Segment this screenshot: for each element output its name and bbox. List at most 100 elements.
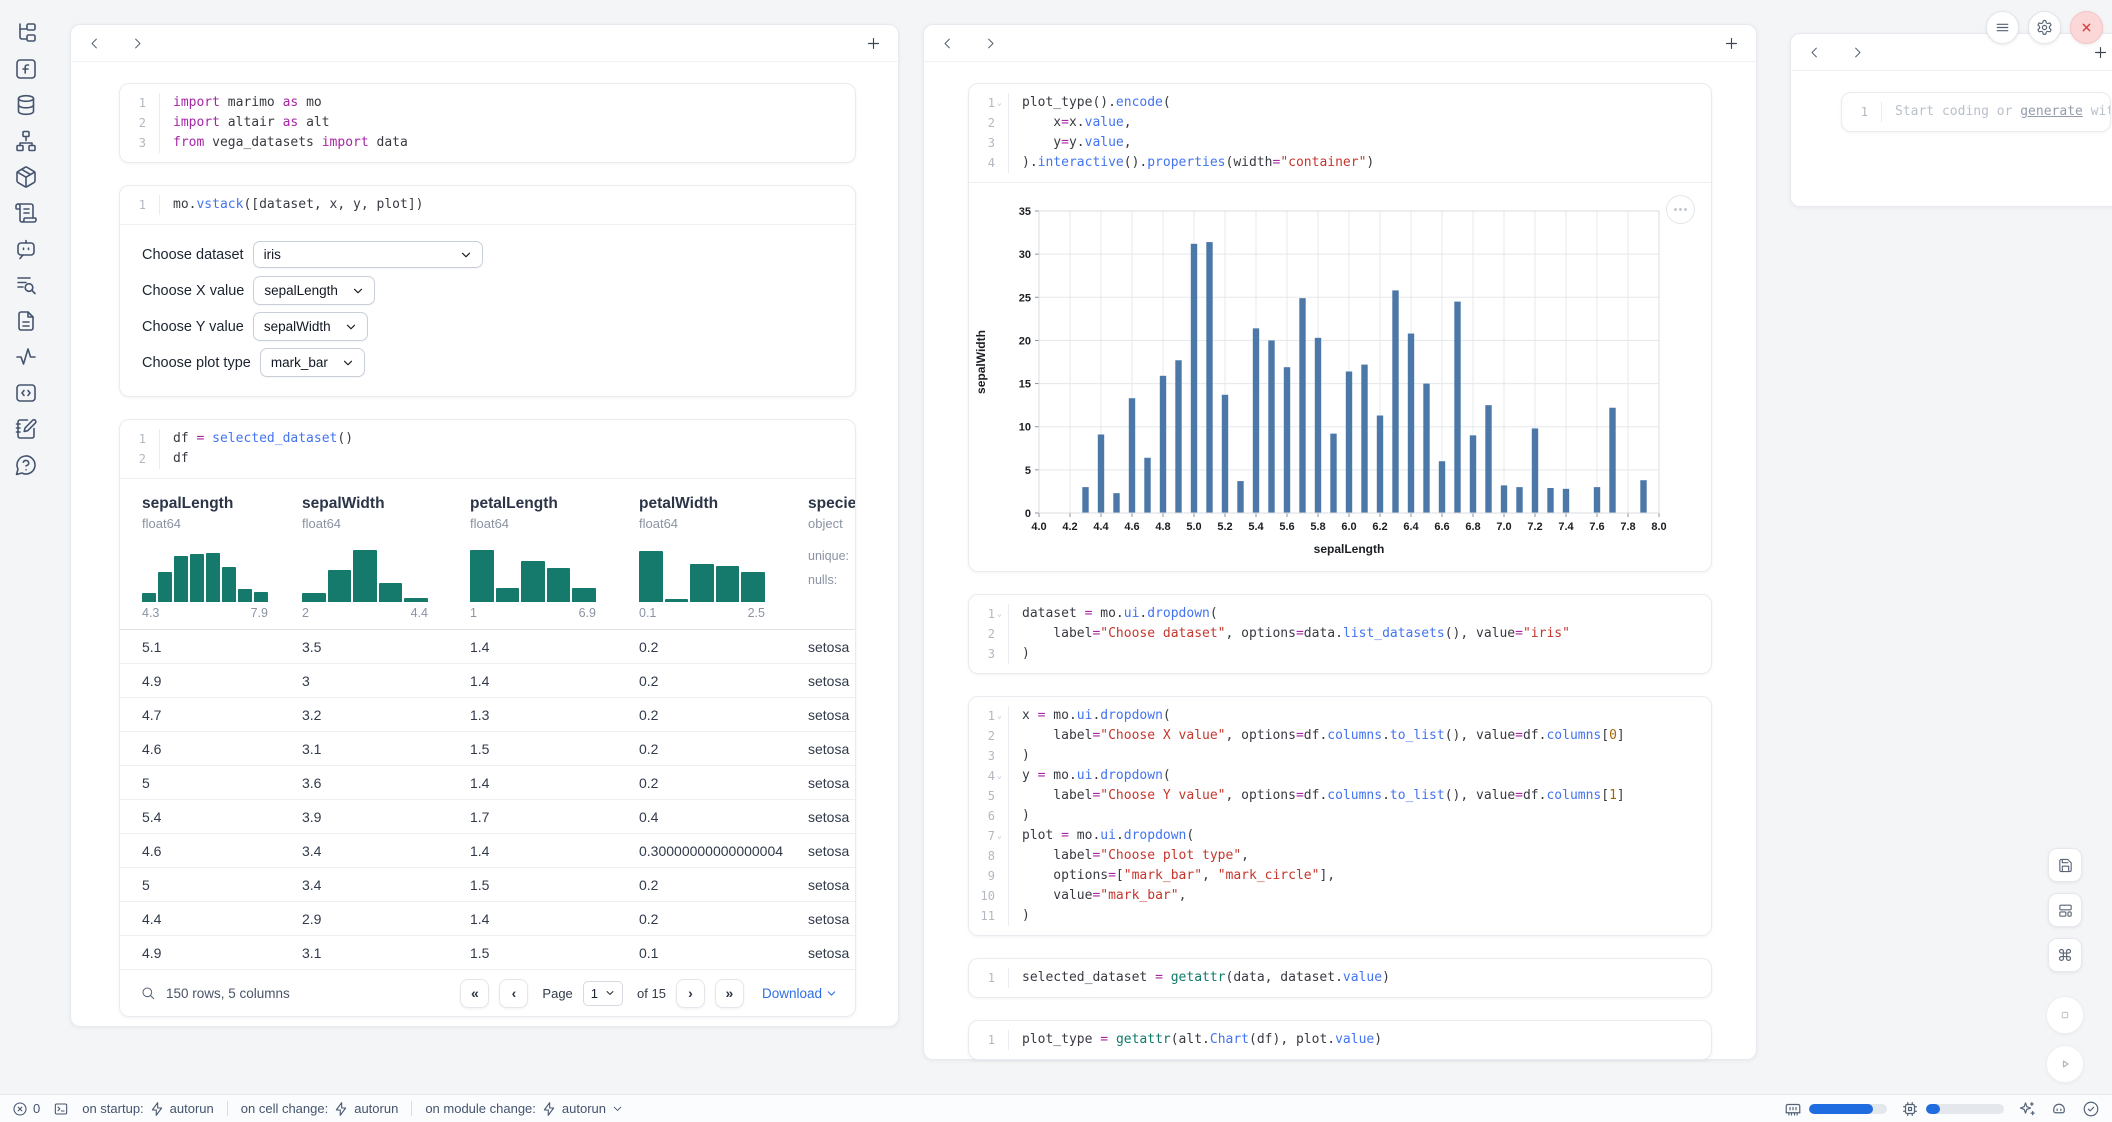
code-editor[interactable]: 1⌄23dataset = mo.ui.dropdown( label="Cho… [969, 595, 1711, 673]
code-editor[interactable]: 1selected_dataset = getattr(data, datase… [969, 959, 1711, 997]
on-module-change-config[interactable]: on module change: autorun [425, 1101, 624, 1117]
stop-button[interactable] [2046, 996, 2084, 1034]
on-startup-config[interactable]: on startup: autorun [82, 1101, 214, 1117]
code-cell-imports[interactable]: 123import marimo as moimport altair as a… [119, 83, 856, 163]
chevron-left-icon[interactable] [87, 36, 102, 51]
code-cell-plot-type[interactable]: 1plot_type = getattr(alt.Chart(df), plot… [968, 1020, 1712, 1060]
copilot-icon[interactable] [2050, 1100, 2068, 1118]
chevron-right-icon[interactable] [130, 36, 145, 51]
sidebar-dependency-graph-button[interactable] [14, 129, 38, 153]
chevron-left-icon[interactable] [1807, 45, 1822, 60]
memory-usage[interactable] [1784, 1100, 1887, 1118]
table-row[interactable]: 4.73.21.30.2setosa [120, 698, 855, 732]
line-number: 2 [128, 113, 159, 133]
sidebar-file-tree-button[interactable] [14, 21, 38, 45]
play-icon [2056, 1055, 2074, 1073]
sidebar-function-square-button[interactable] [14, 57, 38, 81]
menu-button[interactable] [1986, 11, 2019, 44]
code-content: dataset = mo.ui.dropdown( label="Choose … [1009, 604, 1570, 664]
keyboard-shortcuts-button[interactable]: ⌘ [2048, 938, 2082, 972]
ai-sparkles-icon[interactable] [2018, 1100, 2036, 1118]
sidebar-help-button[interactable] [14, 453, 38, 477]
column-header-species[interactable]: speciesobjectunique:nulls: [808, 495, 855, 629]
shutdown-button[interactable] [2070, 11, 2103, 44]
table-row[interactable]: 5.13.51.40.2setosa [120, 630, 855, 664]
download-button[interactable]: Download [762, 986, 837, 1001]
chevron-right-icon[interactable] [1850, 45, 1865, 60]
code-placeholder[interactable]: Start coding or generate with [1895, 102, 2111, 122]
column-header-petalLength[interactable]: petalLengthfloat6416.9 [470, 495, 639, 629]
chart-options-button[interactable] [1666, 195, 1695, 224]
table-cell: 1.4 [470, 673, 639, 689]
on-cell-change-config[interactable]: on cell change: autorun [241, 1101, 399, 1117]
sidebar-chat-button[interactable] [14, 237, 38, 261]
chevron-right-icon[interactable] [983, 36, 998, 51]
code-cell-plot-cell[interactable]: 1⌄234plot_type().encode( x=x.value, y=y.… [968, 83, 1712, 572]
next-page-button[interactable]: › [676, 979, 705, 1008]
layout-button[interactable] [2048, 893, 2082, 927]
cpu-usage[interactable] [1901, 1100, 2004, 1118]
table-cell: 0.30000000000000004 [639, 843, 808, 859]
bar-chart[interactable]: 4.04.24.44.64.85.05.25.45.65.86.06.26.46… [969, 193, 1712, 565]
code-cell-dataframe[interactable]: 12df = selected_dataset()df sepalLengthfl… [119, 419, 856, 1017]
code-cell-xy-plot-dropdowns[interactable]: 1⌄234⌄567⌄891011x = mo.ui.dropdown( labe… [968, 696, 1712, 936]
table-row[interactable]: 4.931.40.2setosa [120, 664, 855, 698]
sidebar-scratchpad-button[interactable] [14, 381, 38, 405]
add-cell-icon[interactable] [865, 35, 882, 52]
table-row[interactable]: 4.63.11.50.2setosa [120, 732, 855, 766]
table-row[interactable]: 4.42.91.40.2setosa [120, 902, 855, 936]
code-editor[interactable]: 1plot_type = getattr(alt.Chart(df), plot… [969, 1021, 1711, 1059]
sidebar-notebook-pen-button[interactable] [14, 417, 38, 441]
terminal-toggle[interactable] [53, 1101, 69, 1117]
package-icon [14, 165, 38, 189]
table-row[interactable]: 4.93.11.50.1setosa [120, 936, 855, 970]
code-cell-dataset-dropdown[interactable]: 1⌄23dataset = mo.ui.dropdown( label="Cho… [968, 594, 1712, 674]
code-editor[interactable]: 1⌄234plot_type().encode( x=x.value, y=y.… [969, 84, 1711, 182]
search-icon[interactable] [140, 985, 156, 1001]
connection-status-icon[interactable] [2082, 1100, 2100, 1118]
altair-chart-output[interactable]: 4.04.24.44.64.85.05.25.45.65.86.06.26.46… [969, 183, 1711, 571]
table-cell: setosa [808, 775, 855, 791]
dropdown-select-sepalWidth[interactable]: sepalWidth [253, 312, 368, 341]
sidebar-tracing-button[interactable] [14, 345, 38, 369]
settings-button[interactable] [2028, 11, 2061, 44]
sidebar-logs-button[interactable] [14, 201, 38, 225]
last-page-button[interactable]: » [715, 979, 744, 1008]
sidebar-package-button[interactable] [14, 165, 38, 189]
sidebar-snippets-button[interactable] [14, 309, 38, 333]
dropdown-select-mark_bar[interactable]: mark_bar [260, 348, 365, 377]
svg-text:sepalLength: sepalLength [1314, 542, 1385, 556]
code-cell-selected-dataset[interactable]: 1selected_dataset = getattr(data, datase… [968, 958, 1712, 998]
chevron-left-icon[interactable] [940, 36, 955, 51]
table-row[interactable]: 5.43.91.70.4setosa [120, 800, 855, 834]
dropdown-select-iris[interactable]: iris [253, 241, 483, 268]
table-row[interactable]: 53.61.40.2setosa [120, 766, 855, 800]
empty-code-cell[interactable]: 1 Start coding or generate with [1841, 92, 2111, 132]
add-cell-icon[interactable] [1723, 35, 1740, 52]
dropdown-select-sepalLength[interactable]: sepalLength [253, 276, 375, 305]
table-row[interactable]: 4.63.41.40.30000000000000004setosa [120, 834, 855, 868]
column-header-petalWidth[interactable]: petalWidthfloat640.12.5 [639, 495, 808, 629]
table-row[interactable]: 53.41.50.2setosa [120, 868, 855, 902]
code-editor[interactable]: 1mo.vstack([dataset, x, y, plot]) [120, 186, 855, 224]
code-cell-vstack[interactable]: 1mo.vstack([dataset, x, y, plot])Choose … [119, 185, 856, 397]
first-page-button[interactable]: « [460, 979, 489, 1008]
save-button[interactable] [2048, 848, 2082, 882]
sidebar-doc-search-button[interactable] [14, 273, 38, 297]
fold-caret-icon: ⌄ [995, 826, 1008, 846]
code-editor[interactable]: 1⌄234⌄567⌄891011x = mo.ui.dropdown( labe… [969, 697, 1711, 935]
svg-text:7.8: 7.8 [1620, 521, 1635, 533]
page-number-select[interactable]: 1 [583, 981, 623, 1006]
code-editor[interactable]: 12df = selected_dataset()df [120, 420, 855, 478]
error-count-indicator[interactable]: 0 [12, 1101, 40, 1117]
generate-with-ai-link[interactable]: generate [2020, 104, 2083, 119]
line-number-gutter: 1 [1842, 102, 1882, 122]
column-header-sepalLength[interactable]: sepalLengthfloat644.37.9 [142, 495, 302, 629]
sidebar-database-button[interactable] [14, 93, 38, 117]
column-dtype: float64 [142, 516, 302, 531]
previous-page-button[interactable]: ‹ [499, 979, 528, 1008]
code-editor[interactable]: 123import marimo as moimport altair as a… [120, 84, 855, 162]
column-header-sepalWidth[interactable]: sepalWidthfloat6424.4 [302, 495, 470, 629]
run-button[interactable] [2046, 1045, 2084, 1083]
add-cell-icon[interactable] [2092, 44, 2109, 61]
